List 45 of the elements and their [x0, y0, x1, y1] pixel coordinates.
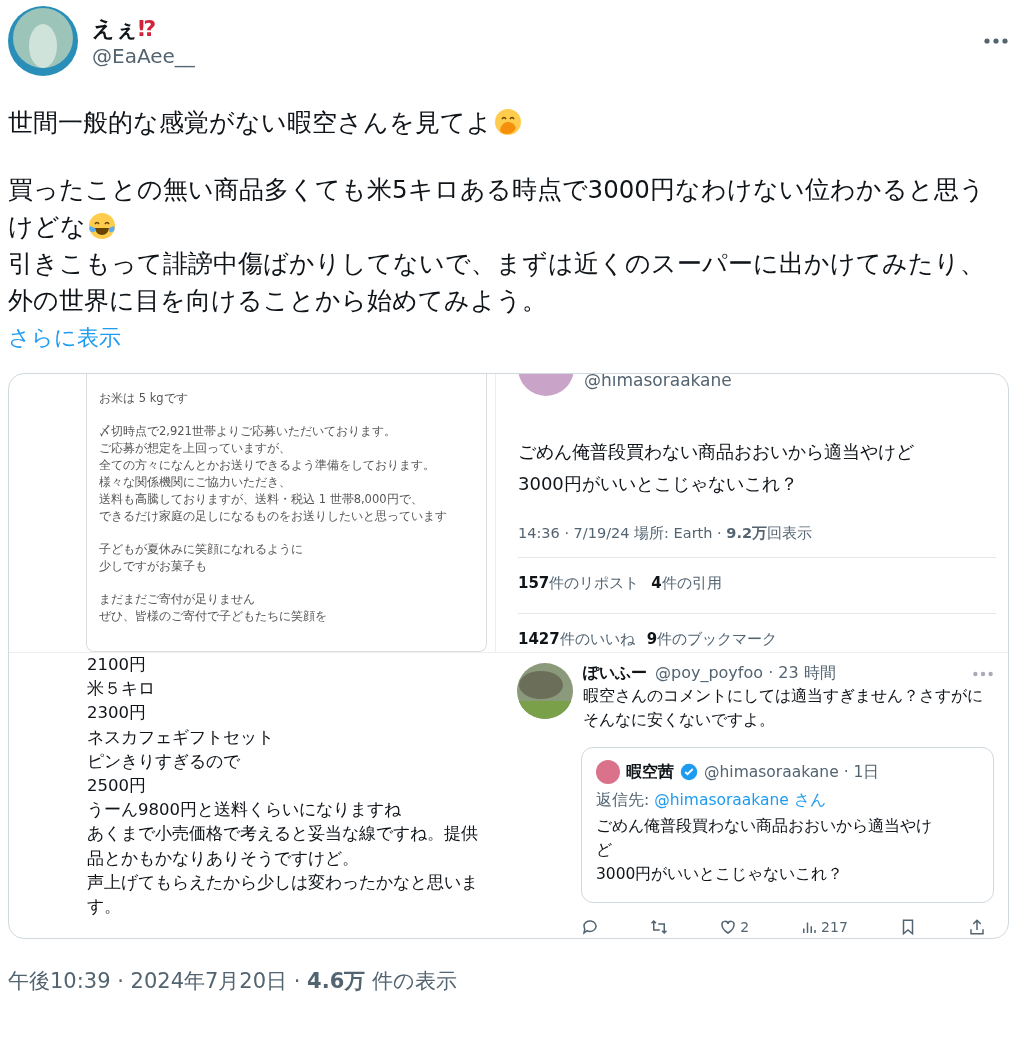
memo-line: ピンきりすぎるので	[87, 750, 241, 773]
memo-line: 2100円	[87, 654, 147, 676]
user-name: ぽいふー	[583, 663, 647, 684]
notice-text: 〆切時点で2,921世帯よりご応募いただいております。 ご応募が想定を上回っていますが、 全ての方々になんとかお送りできるよう準備をしております。 様々な関係機関にご協力いただき、 送料も高騰しておりますが、送料・税込 1 世帯8,000円で、 できるだけ家庭の足しになるものをお送りしたいと思っています	[99, 423, 448, 525]
memo-line: ネスカフェギフトセット	[87, 726, 275, 749]
avatar	[8, 6, 78, 76]
tweet-meta: 14:36 · 7/19/24 場所: Earth · 9.2万回表示	[518, 524, 813, 543]
reply-link[interactable]: @himasoraakane さん	[654, 790, 826, 809]
user-handle: @poy_poyfoo · 23 時間	[655, 663, 837, 684]
avatar	[517, 663, 573, 719]
user-handle: @himasoraakane · 1日	[704, 761, 881, 783]
notice-text: 子どもが夏休みに笑顔になれるように 少しですがお菓子も	[99, 541, 304, 575]
stat-text: 1427件のいいね	[518, 630, 635, 649]
avatar	[596, 759, 620, 784]
emoji-icon	[494, 108, 522, 136]
notice-text: お米は 5 kgです	[99, 390, 189, 407]
repost-icon	[650, 917, 669, 936]
memo-line: 2300円	[87, 702, 147, 725]
reply-label: 返信先:	[596, 790, 650, 809]
notice-text: まだまだご寄付が足りません ぜひ、皆様のご寄付で子どもたちに笑顔を	[99, 591, 328, 625]
memo-line: あくまで小売価格で考えると妥当な線ですね。提供品とかもかなりありそうですけど。	[87, 823, 479, 870]
user-handle: @EaAee__	[92, 44, 196, 68]
stat-text: 157件のリポスト	[518, 574, 640, 593]
reply-text: 暇空さんのコメントにしては適当すぎません？さすがにそんなに安くないですよ。	[583, 686, 984, 731]
memo-line: うーん9800円と送料くらいになりますね	[87, 799, 402, 822]
user-name: えぇ⁉	[92, 15, 158, 43]
views-button[interactable]: 217	[800, 915, 848, 938]
tweet-text: 世間一般的な感覚がない暇空さんを見てよ	[8, 104, 1009, 141]
stat-text: 9件のブックマーク	[646, 630, 778, 649]
memo-line: 2500円	[87, 775, 147, 797]
emoji-icon	[88, 212, 116, 240]
reply-icon	[581, 917, 599, 936]
like-button[interactable]: 2	[719, 915, 750, 938]
tweet-meta: 午後10:39 · 2024年7月20日 · 4.6万 件の表示	[8, 968, 458, 995]
share-icon	[967, 917, 986, 936]
more-icon[interactable]	[983, 37, 1009, 45]
tweet-text: ごめん俺普段買わない商品おおいから適当やけど 3000円がいいとこじゃないこれ？	[518, 440, 915, 496]
user-handle: @himasoraakane	[584, 374, 732, 390]
quoted-tweet[interactable]: 暇空茜 @himasoraakane · 1日 返信先: @himasoraakane さん ごめん俺普段買わない商品おおいから適当やけ ど 3000円がいいとこじゃないこれ？	[581, 746, 994, 904]
user-name: 暇空茜	[626, 761, 674, 783]
stat-text: 4件の引用	[651, 574, 722, 593]
tweet-text: 買ったことの無い商品多くても米5キロある時点で3000円なわけない位わかると思うけどな 引きこもって誹謗中傷ばかりしてないで、まずは近くのスーパーに出かけてみたり、外の世界に目を向けることから始めてみよう。	[8, 174, 986, 317]
memo-line: 米５キロ	[87, 678, 156, 701]
memo-line: 声上げてもらえたから少しは変わったかなと思います。	[87, 871, 479, 919]
quoted-text: ごめん俺普段買わない商品おおいから適当やけ ど 3000円がいいとこじゃないこれ？	[596, 815, 933, 885]
